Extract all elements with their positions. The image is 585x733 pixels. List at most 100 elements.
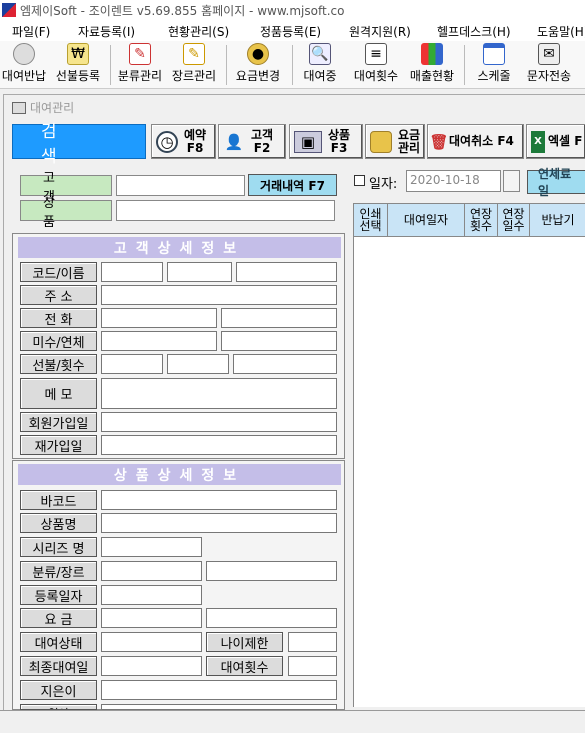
- menu-status[interactable]: 현황관리(S): [168, 23, 229, 40]
- customer-prepaid-extra-field[interactable]: [233, 354, 337, 374]
- product-age-limit-field[interactable]: [288, 632, 337, 652]
- toolbar-schedule-button[interactable]: 스케줄: [472, 43, 516, 87]
- product-last-rent-field[interactable]: [101, 656, 202, 676]
- customer-count-field[interactable]: [167, 354, 229, 374]
- clock-icon: ◷: [156, 130, 178, 153]
- customer-name-field[interactable]: [167, 262, 232, 282]
- reservation-button[interactable]: ◷ 예약 F8: [151, 124, 216, 159]
- disc-icon: [13, 43, 35, 65]
- col-print-select[interactable]: 인쇄 선택: [354, 204, 388, 236]
- customer-overdue-field[interactable]: [221, 331, 337, 351]
- product-rent-count-field[interactable]: [288, 656, 337, 676]
- product-status-field[interactable]: [101, 632, 202, 652]
- col-rent-date[interactable]: 대여일자: [388, 204, 465, 236]
- customer-rejoin-date-field[interactable]: [101, 435, 337, 455]
- window-title: 엠제이Soft - 조이렌트 v5.69.855 홈페이지 - www.mjso…: [20, 3, 345, 18]
- customer-prepaid-field[interactable]: [101, 354, 163, 374]
- product-genre-field[interactable]: [206, 561, 337, 581]
- customer-search-input[interactable]: [116, 175, 245, 196]
- product-name-field[interactable]: [101, 513, 337, 533]
- customer-extra-field[interactable]: [236, 262, 337, 282]
- product-button[interactable]: ▣ 상품 F3: [289, 124, 363, 159]
- excel-button[interactable]: X 엑셀 F: [526, 124, 585, 159]
- product-barcode-field[interactable]: [101, 490, 337, 510]
- label-author: 지은이: [20, 680, 97, 700]
- list-icon: ≡: [365, 43, 387, 65]
- col-extend-days[interactable]: 연장 일수: [498, 204, 530, 236]
- menu-registration[interactable]: 정품등록(E): [260, 23, 321, 40]
- label-barcode: 바코드: [20, 490, 97, 510]
- label-age-limit: 나이제한: [206, 632, 283, 652]
- menu-bar: 파일(F) 자료등록(I) 현황관리(S) 정품등록(E) 원격지원(R) 헬프…: [0, 20, 585, 41]
- toolbar-sms-button[interactable]: ✉ 문자전송: [523, 43, 575, 87]
- overdue-fee-button[interactable]: 연체료 일: [527, 167, 585, 198]
- toolbar-renting-button[interactable]: 🔍 대여중: [300, 43, 340, 87]
- customer-phone2-field[interactable]: [221, 308, 337, 328]
- menu-file[interactable]: 파일(F): [12, 23, 50, 40]
- toolbar-rent-count-button[interactable]: ≡ 대여횟수: [350, 43, 402, 87]
- toolbar-rent-return-button[interactable]: 대여반납: [0, 43, 48, 87]
- product-detail-header: 상품상세정보: [18, 464, 341, 485]
- toolbar-sales-button[interactable]: 매출현황: [406, 43, 458, 87]
- fee-management-button[interactable]: 요금 관리: [365, 124, 425, 159]
- excel-icon: X: [531, 130, 545, 153]
- product-author-field[interactable]: [101, 680, 337, 700]
- customer-detail-header: 고객상세정보: [18, 237, 341, 258]
- product-category-field[interactable]: [101, 561, 202, 581]
- label-register-date: 등록일자: [20, 585, 97, 605]
- person-icon: 👤: [224, 132, 244, 151]
- product-search-input[interactable]: [116, 200, 335, 221]
- label-series-name: 시리즈 명: [20, 537, 97, 557]
- customer-phone-field[interactable]: [101, 308, 217, 328]
- label-join-date: 회원가입일: [20, 412, 97, 432]
- label-category-genre: 분류/장르: [20, 561, 97, 581]
- toolbar-genre-button[interactable]: ✎ 장르관리: [168, 43, 220, 87]
- customer-button[interactable]: 👤 고객 F2: [218, 124, 286, 159]
- rental-window-title: 대여관리: [12, 99, 74, 116]
- cancel-rental-button[interactable]: 🗑 대여취소 F4: [427, 124, 524, 159]
- label-prepaid-count: 선불/횟수: [20, 354, 97, 374]
- customer-unpaid-field[interactable]: [101, 331, 217, 351]
- transaction-history-button[interactable]: 거래내역 F7: [248, 174, 337, 196]
- customer-code-field[interactable]: [101, 262, 163, 282]
- toolbar: 대여반납 ₩ 선불등록 ✎ 분류관리 ✎ 장르관리 ● 요금변경 🔍 대여중 ≡…: [0, 41, 585, 89]
- date-filter-checkbox[interactable]: [354, 175, 365, 186]
- label-rent-status: 대여상태: [20, 632, 97, 652]
- product-register-date-field[interactable]: [101, 585, 202, 605]
- product-fee-field[interactable]: [101, 608, 202, 628]
- edit-list-icon: ✎: [129, 43, 151, 65]
- label-product-name: 상품명: [20, 513, 97, 533]
- search-doc-icon: 🔍: [309, 43, 331, 65]
- rental-grid-header: 인쇄 선택 대여일자 연장 횟수 연장 일수 반납기: [353, 203, 585, 237]
- label-phone: 전 화: [20, 308, 97, 328]
- toolbar-category-button[interactable]: ✎ 분류관리: [114, 43, 166, 87]
- camera-icon: ▣: [294, 130, 322, 153]
- product-fee2-field[interactable]: [206, 608, 337, 628]
- product-series-field[interactable]: [101, 537, 202, 557]
- date-input[interactable]: 2020-10-18: [406, 170, 501, 192]
- bar-chart-icon: [421, 43, 443, 65]
- label-rent-count: 대여횟수: [206, 656, 283, 676]
- menu-helpdesk[interactable]: 헬프데스크(H): [437, 23, 511, 40]
- app-icon: [2, 3, 16, 17]
- bottom-area: [0, 710, 585, 733]
- menu-remote-support[interactable]: 원격지원(R): [349, 23, 411, 40]
- toolbar-prepaid-button[interactable]: ₩ 선불등록: [52, 43, 104, 87]
- date-picker-button[interactable]: [503, 170, 520, 192]
- label-rejoin-date: 재가입일: [20, 435, 97, 455]
- phone-icon: ✉: [538, 43, 560, 65]
- menu-data-entry[interactable]: 자료등록(I): [78, 23, 135, 40]
- col-return-due[interactable]: 반납기: [530, 204, 585, 236]
- customer-memo-field[interactable]: [101, 378, 337, 409]
- customer-address-field[interactable]: [101, 285, 337, 305]
- label-fee: 요 금: [20, 608, 97, 628]
- window-titlebar: 엠제이Soft - 조이렌트 v5.69.855 홈페이지 - www.mjso…: [0, 0, 585, 20]
- label-address: 주 소: [20, 285, 97, 305]
- col-extend-count[interactable]: 연장 횟수: [465, 204, 498, 236]
- menu-help[interactable]: 도움말(H): [537, 23, 585, 40]
- label-memo: 메 모: [20, 378, 97, 409]
- customer-join-date-field[interactable]: [101, 412, 337, 432]
- rental-grid-body[interactable]: [353, 237, 585, 707]
- coupon-icon: ₩: [67, 43, 89, 65]
- toolbar-fee-button[interactable]: ● 요금변경: [232, 43, 284, 87]
